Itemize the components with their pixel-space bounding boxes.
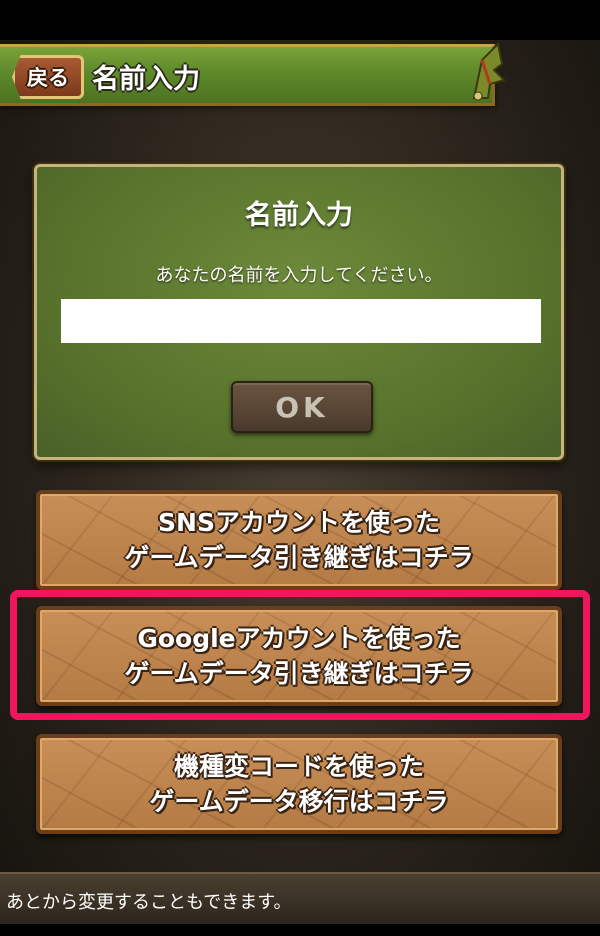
name-entry-dialog: 名前入力 あなたの名前を入力してください。 OK [34, 164, 564, 460]
footer-note: あとから変更することもできます。 [6, 892, 292, 913]
button-line-2: ゲームデータ移行はコチラ [149, 787, 449, 816]
dragon-wing-icon [472, 41, 506, 101]
button-line-2: ゲームデータ引き継ぎはコチラ [124, 659, 474, 688]
status-bar-area [0, 0, 600, 40]
dialog-message: あなたの名前を入力してください。 [155, 265, 443, 286]
button-line-1: 機種変コードを使った [173, 752, 424, 781]
header-bar: 戻る 名前入力 [0, 44, 495, 106]
bottom-edge [0, 924, 600, 936]
google-transfer-button[interactable]: Googleアカウントを使った ゲームデータ引き継ぎはコチラ [36, 606, 562, 706]
button-line-2: ゲームデータ引き継ぎはコチラ [124, 543, 474, 572]
back-button[interactable]: 戻る [12, 55, 84, 99]
page-title: 名前入力 [92, 64, 200, 95]
footer-bar: あとから変更することもできます。 [0, 872, 600, 926]
dialog-title: 名前入力 [245, 200, 353, 231]
button-line-1: SNSアカウントを使った [158, 508, 440, 537]
device-change-code-button[interactable]: 機種変コードを使った ゲームデータ移行はコチラ [36, 734, 562, 834]
name-input[interactable] [61, 299, 541, 343]
sns-transfer-button[interactable]: SNSアカウントを使った ゲームデータ引き継ぎはコチラ [36, 490, 562, 590]
button-line-1: Googleアカウントを使った [137, 624, 461, 653]
ok-button[interactable]: OK [231, 381, 373, 433]
